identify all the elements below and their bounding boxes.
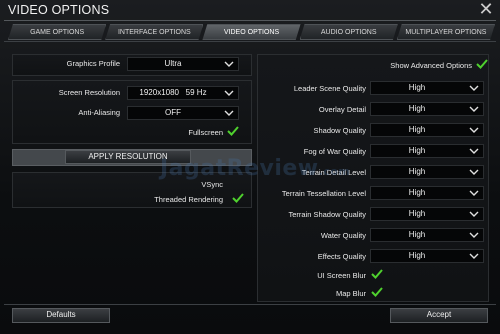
screen-resolution-dropdown[interactable]: 1920x1080 59 Hz [127, 86, 239, 100]
fog-of-war-quality-label: Fog of War Quality [303, 147, 366, 156]
threaded-rendering-label: Threaded Rendering [154, 195, 223, 204]
fog-of-war-quality-dropdown[interactable]: High [370, 144, 484, 158]
graphics-profile-label: Graphics Profile [66, 59, 120, 68]
chevron-down-icon [224, 90, 234, 96]
overlay-detail-label: Overlay Detail [318, 105, 366, 114]
overlay-detail-value: High [408, 104, 426, 113]
terrain-tessellation-level-value: High [408, 188, 426, 197]
chevron-down-icon [469, 232, 479, 238]
tab-audio-options[interactable]: AUDIO OPTIONS [299, 24, 398, 40]
terrain-detail-level-value: High [408, 167, 426, 176]
chevron-down-icon [469, 190, 479, 196]
vsync-label: VSync [201, 180, 223, 189]
options-tabs: GAME OPTIONS INTERFACE OPTIONS VIDEO OPT… [8, 24, 496, 40]
effects-quality-label: Effects Quality [317, 252, 366, 261]
graphics-profile-value: Ultra [164, 59, 182, 68]
anti-aliasing-dropdown[interactable]: OFF [127, 106, 239, 120]
close-icon[interactable]: ✕ [476, 0, 496, 18]
terrain-shadow-quality-label: Terrain Shadow Quality [288, 210, 366, 219]
screen-resolution-label: Screen Resolution [58, 88, 120, 97]
show-advanced-options-label: Show Advanced Options [390, 61, 472, 70]
leader-scene-quality-dropdown[interactable]: High [370, 81, 484, 95]
water-quality-label: Water Quality [320, 231, 366, 240]
terrain-shadow-quality-value: High [408, 209, 426, 218]
jagatreview-watermark-logo: JagatReview.com [160, 156, 350, 181]
chevron-down-icon [469, 169, 479, 175]
water-quality-value: High [408, 230, 426, 239]
accept-button[interactable]: Accept [390, 308, 488, 323]
title-divider [4, 20, 496, 21]
terrain-tessellation-level-dropdown[interactable]: High [370, 186, 484, 200]
shadow-quality-dropdown[interactable]: High [370, 123, 484, 137]
leader-scene-quality-value: High [408, 83, 426, 92]
fullscreen-checkmark-icon[interactable] [227, 126, 239, 136]
shadow-quality-label: Shadow Quality [313, 126, 366, 135]
effects-quality-dropdown[interactable]: High [370, 249, 484, 263]
chevron-down-icon [469, 127, 479, 133]
chevron-down-icon [224, 110, 234, 116]
show-advanced-checkmark-icon[interactable] [476, 59, 488, 69]
terrain-shadow-quality-dropdown[interactable]: High [370, 207, 484, 221]
chevron-down-icon [224, 61, 234, 67]
fog-of-war-quality-value: High [408, 146, 426, 155]
anti-aliasing-label: Anti-Aliasing [78, 108, 120, 117]
watermark-main: JagatReview [160, 156, 319, 181]
effects-quality-value: High [408, 251, 426, 260]
fullscreen-label: Fullscreen [188, 128, 223, 137]
shadow-quality-value: High [408, 125, 426, 134]
chevron-down-icon [469, 253, 479, 259]
map-blur-label: Map Blur [335, 289, 366, 298]
threaded-rendering-checkmark-icon[interactable] [232, 193, 244, 203]
tab-divider [4, 41, 496, 42]
screen-resolution-value: 1920x1080 59 Hz [139, 88, 207, 97]
terrain-tessellation-level-label: Terrain Tessellation Level [281, 189, 366, 198]
map-blur-checkmark-icon[interactable] [371, 287, 383, 297]
tab-interface-options[interactable]: INTERFACE OPTIONS [105, 24, 204, 40]
tab-game-options[interactable]: GAME OPTIONS [8, 24, 107, 40]
chevron-down-icon [469, 148, 479, 154]
leader-scene-quality-label: Leader Scene Quality [293, 84, 366, 93]
anti-aliasing-value: OFF [165, 108, 181, 117]
terrain-detail-level-dropdown[interactable]: High [370, 165, 484, 179]
graphics-profile-dropdown[interactable]: Ultra [127, 57, 239, 71]
defaults-button[interactable]: Defaults [12, 308, 110, 323]
ui-screen-blur-checkmark-icon[interactable] [371, 269, 383, 279]
watermark-suffix: .com [318, 165, 351, 178]
chevron-down-icon [469, 85, 479, 91]
overlay-detail-dropdown[interactable]: High [370, 102, 484, 116]
water-quality-dropdown[interactable]: High [370, 228, 484, 242]
footer-divider [4, 304, 496, 305]
chevron-down-icon [469, 106, 479, 112]
ui-screen-blur-label: UI Screen Blur [317, 271, 366, 280]
chevron-down-icon [469, 211, 479, 217]
tab-multiplayer-options[interactable]: MULTIPLAYER OPTIONS [396, 24, 496, 40]
window-title: VIDEO OPTIONS [8, 3, 110, 17]
tab-video-options[interactable]: VIDEO OPTIONS [202, 24, 301, 40]
